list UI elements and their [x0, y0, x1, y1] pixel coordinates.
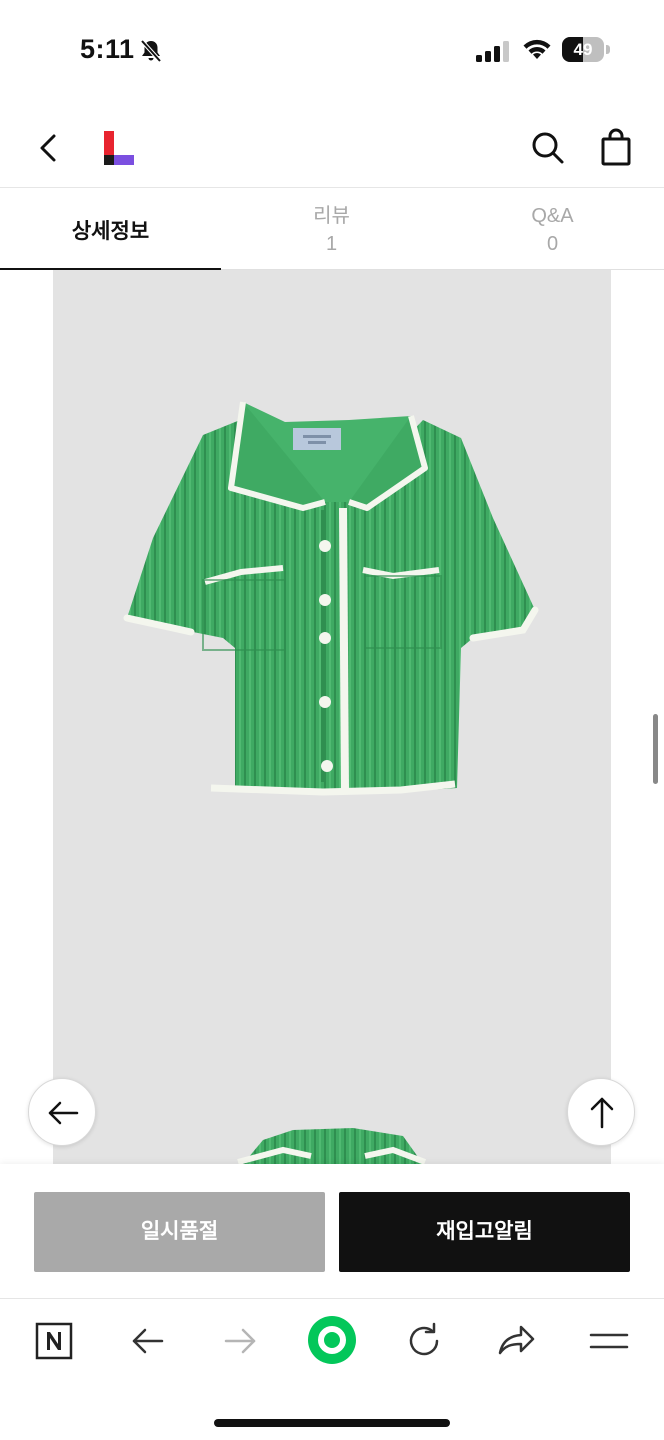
menu-icon[interactable] — [585, 1317, 633, 1365]
chevron-left-icon[interactable] — [28, 128, 68, 168]
restock-alert-button[interactable]: 재입고알림 — [339, 1192, 630, 1272]
tab-reviews[interactable]: 리뷰 1 — [221, 189, 442, 270]
arrow-right-icon[interactable] — [216, 1317, 264, 1365]
floating-back-button[interactable] — [28, 1078, 96, 1146]
tab-qna[interactable]: Q&A 0 — [442, 189, 663, 270]
arrow-left-icon[interactable] — [124, 1317, 172, 1365]
tab-detail-info-label: 상세정보 — [71, 220, 150, 243]
shopping-bag-icon[interactable] — [596, 126, 636, 168]
browser-toolbar — [0, 1298, 664, 1440]
home-indicator — [214, 1419, 450, 1427]
cellular-signal-icon — [476, 41, 509, 62]
cardigan-illustration — [123, 401, 539, 1164]
naver-n-icon[interactable] — [30, 1317, 78, 1365]
app-header — [0, 110, 664, 188]
search-icon[interactable] — [528, 128, 568, 168]
tab-reviews-label: 리뷰 — [313, 205, 350, 227]
arrow-left-icon — [48, 1101, 79, 1125]
detail-tabs: 상세정보 리뷰 1 Q&A 0 — [0, 189, 664, 271]
brand-l-logo[interactable] — [104, 131, 134, 165]
scroll-to-top-button[interactable] — [567, 1078, 635, 1146]
green-home-icon[interactable] — [307, 1315, 357, 1365]
tab-detail-info[interactable]: 상세정보 — [0, 189, 221, 271]
green-knit-cardigan-image — [53, 270, 611, 1164]
battery-icon: 49 — [562, 37, 610, 62]
battery-level: 49 — [573, 40, 593, 59]
scrollbar-thumb[interactable] — [653, 714, 658, 784]
product-detail-content[interactable] — [0, 270, 664, 1164]
status-time: 5:11 — [80, 34, 135, 64]
arrow-up-icon — [590, 1097, 614, 1129]
bell-muted-icon — [140, 39, 162, 63]
tab-qna-label: Q&A — [531, 205, 574, 227]
status-bar: 5:11 49 — [0, 0, 664, 100]
tab-qna-count: 0 — [546, 233, 559, 255]
purchase-action-bar: 일시품절 재입고알림 — [0, 1164, 664, 1298]
tab-reviews-count: 1 — [325, 233, 338, 255]
reload-icon[interactable] — [400, 1317, 448, 1365]
soldout-button[interactable]: 일시품절 — [34, 1192, 325, 1272]
share-icon[interactable] — [493, 1317, 541, 1365]
wifi-icon — [523, 39, 551, 59]
